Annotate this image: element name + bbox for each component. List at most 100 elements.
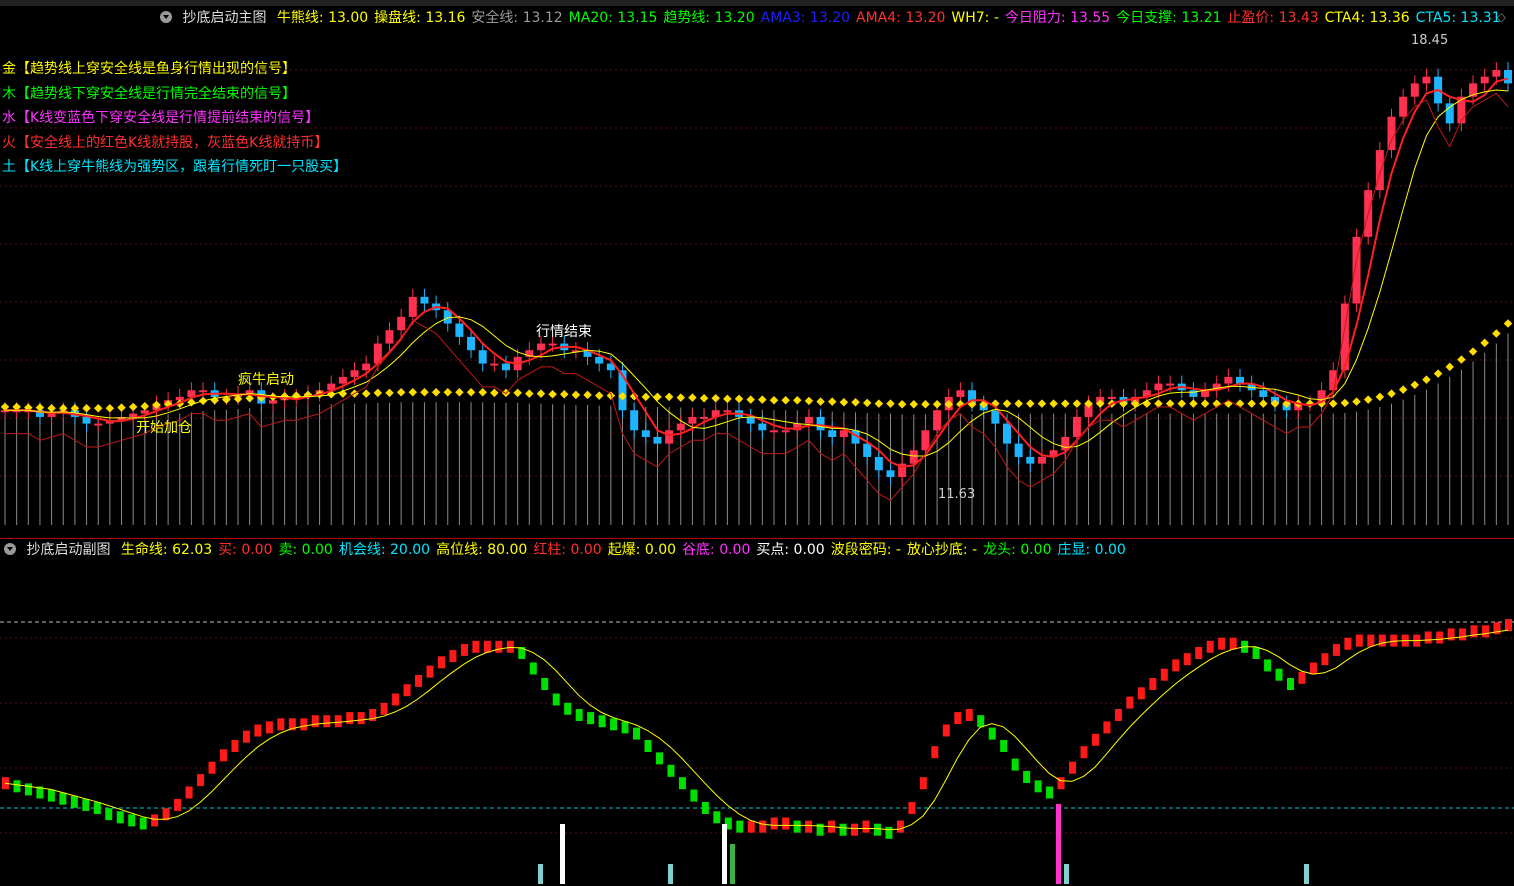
candle-body bbox=[1037, 456, 1046, 464]
life-step bbox=[1355, 634, 1363, 647]
bullbear-dot bbox=[1328, 399, 1338, 408]
life-step bbox=[1309, 662, 1317, 675]
signal-bar bbox=[1056, 804, 1061, 884]
candle-body bbox=[723, 410, 732, 413]
life-step bbox=[529, 662, 537, 675]
bullbear-dot bbox=[140, 402, 150, 411]
life-step bbox=[1218, 637, 1226, 650]
bullbear-dot bbox=[1468, 347, 1478, 356]
bullbear-dot bbox=[548, 390, 557, 399]
life-step bbox=[552, 693, 560, 706]
candle-body bbox=[502, 363, 510, 371]
life-step bbox=[655, 752, 663, 765]
life-step bbox=[208, 761, 216, 774]
bullbear-dot bbox=[1457, 355, 1466, 364]
bullbear-dot bbox=[758, 395, 767, 404]
bullbear-dot bbox=[361, 389, 371, 398]
life-step bbox=[174, 798, 182, 811]
bullbear-dot bbox=[408, 388, 418, 397]
life-step bbox=[495, 640, 503, 653]
candle-body bbox=[245, 390, 254, 394]
life-step bbox=[1424, 631, 1432, 644]
life-step bbox=[185, 786, 193, 799]
life-step bbox=[736, 820, 744, 833]
bullbear-dot bbox=[1072, 399, 1082, 408]
life-step bbox=[942, 724, 950, 737]
life-step bbox=[460, 643, 468, 656]
life-step bbox=[346, 712, 354, 725]
candle-body bbox=[688, 416, 697, 424]
life-step bbox=[1046, 786, 1054, 799]
candle-body bbox=[676, 423, 685, 431]
life-step bbox=[1069, 761, 1077, 774]
life-step bbox=[1011, 758, 1019, 771]
trend-line bbox=[5, 77, 1509, 469]
bullbear-dot bbox=[420, 388, 429, 397]
bullbear-dot bbox=[641, 392, 651, 402]
bullbear-dot bbox=[886, 399, 895, 408]
life-step bbox=[139, 817, 147, 830]
candle-body bbox=[921, 430, 930, 451]
life-step bbox=[334, 715, 342, 728]
life-step bbox=[965, 709, 973, 721]
bullbear-dot bbox=[1492, 329, 1501, 338]
candle-body bbox=[863, 443, 872, 457]
life-step bbox=[988, 727, 996, 740]
life-step bbox=[667, 764, 675, 777]
bullbear-dot bbox=[723, 394, 732, 404]
bullbear-dot bbox=[1049, 399, 1058, 408]
life-step bbox=[931, 746, 939, 759]
bullbear-dot bbox=[874, 399, 884, 408]
bullbear-dot bbox=[1363, 395, 1373, 404]
bullbear-dot bbox=[560, 390, 569, 399]
candle-body bbox=[886, 470, 895, 477]
life-step bbox=[839, 823, 847, 836]
bullbear-dot bbox=[128, 402, 138, 412]
candle-body bbox=[140, 410, 149, 414]
bullbear-dot bbox=[513, 388, 522, 398]
candle-body bbox=[1259, 390, 1268, 397]
life-step bbox=[254, 724, 262, 737]
life-step bbox=[598, 715, 606, 728]
bullbear-dot bbox=[1002, 399, 1012, 408]
bullbear-dot bbox=[862, 398, 872, 408]
life-step bbox=[793, 820, 801, 833]
candle-body bbox=[758, 423, 767, 431]
candle-body bbox=[816, 416, 825, 431]
life-step bbox=[506, 640, 514, 653]
candle-body bbox=[874, 456, 883, 471]
life-step bbox=[1332, 643, 1340, 656]
life-step bbox=[633, 727, 641, 740]
bullbear-dot bbox=[117, 403, 126, 412]
life-step bbox=[47, 789, 55, 802]
life-step bbox=[128, 814, 136, 827]
life-step bbox=[610, 718, 618, 731]
bullbear-dot bbox=[839, 398, 849, 407]
signal-bar bbox=[730, 844, 735, 884]
bullbear-dot bbox=[1422, 375, 1431, 384]
candle-body bbox=[467, 336, 476, 351]
life-step bbox=[747, 820, 755, 833]
bullbear-dot bbox=[1503, 319, 1513, 328]
candle-body bbox=[1003, 423, 1011, 444]
chart-annotation: 11.63 bbox=[938, 487, 975, 502]
candle-body bbox=[1166, 383, 1175, 386]
bullbear-dot bbox=[1061, 399, 1070, 408]
candle-body bbox=[1154, 383, 1163, 391]
life-step bbox=[690, 789, 698, 802]
life-step bbox=[311, 715, 319, 728]
life-step bbox=[231, 740, 239, 752]
bullbear-dot bbox=[1026, 399, 1035, 408]
chart-annotation: 开始加仓 bbox=[136, 420, 192, 436]
life-step bbox=[575, 709, 583, 721]
chart-annotation: 疯牛启动 bbox=[238, 372, 294, 388]
signal-bar bbox=[722, 824, 727, 884]
life-step bbox=[1252, 647, 1260, 659]
support-line bbox=[5, 92, 1509, 501]
bullbear-dot bbox=[827, 397, 837, 406]
candle-body bbox=[1072, 416, 1081, 437]
candle-body bbox=[653, 436, 662, 444]
signal-bar bbox=[1304, 864, 1309, 884]
chart-canvas[interactable]: 开始加仓 疯牛启动 行情结束 18.45 11.63 bbox=[0, 0, 1514, 886]
candle-body bbox=[82, 416, 91, 424]
